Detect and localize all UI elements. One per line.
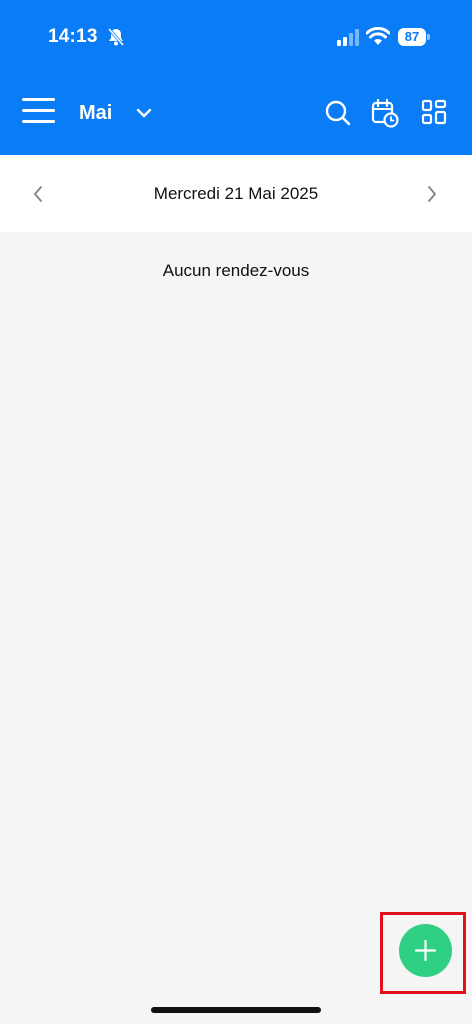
status-time: 14:13	[48, 26, 98, 47]
menu-button[interactable]	[22, 98, 56, 126]
screen: 14:13 87 Mai Mercredi 21 Mai 2025 Aucun …	[0, 0, 472, 1024]
plus-icon	[414, 939, 437, 962]
empty-appointments-message: Aucun rendez-vous	[162, 261, 310, 280]
home-indicator[interactable]	[151, 1007, 321, 1013]
add-appointment-button[interactable]	[399, 924, 452, 977]
date-navigation: Mercredi 21 Mai 2025	[0, 155, 472, 232]
signal-icon	[337, 29, 359, 46]
app-header: 14:13 87 Mai	[0, 0, 472, 155]
battery-icon: 87	[398, 28, 430, 46]
grid-icon[interactable]	[421, 99, 447, 125]
toolbar: Mai	[0, 88, 472, 140]
calendar-clock-icon[interactable]	[371, 98, 399, 128]
wifi-icon	[366, 27, 390, 45]
status-bar: 14:13 87	[0, 0, 472, 76]
chevron-right-icon[interactable]	[424, 184, 440, 204]
bell-slash-icon	[107, 28, 125, 46]
battery-level: 87	[404, 29, 420, 44]
search-icon[interactable]	[324, 99, 352, 127]
month-title[interactable]: Mai	[79, 102, 112, 125]
menu-icon	[22, 98, 55, 101]
current-date: Mercredi 21 Mai 2025	[153, 184, 319, 203]
chevron-down-icon[interactable]	[136, 107, 152, 119]
